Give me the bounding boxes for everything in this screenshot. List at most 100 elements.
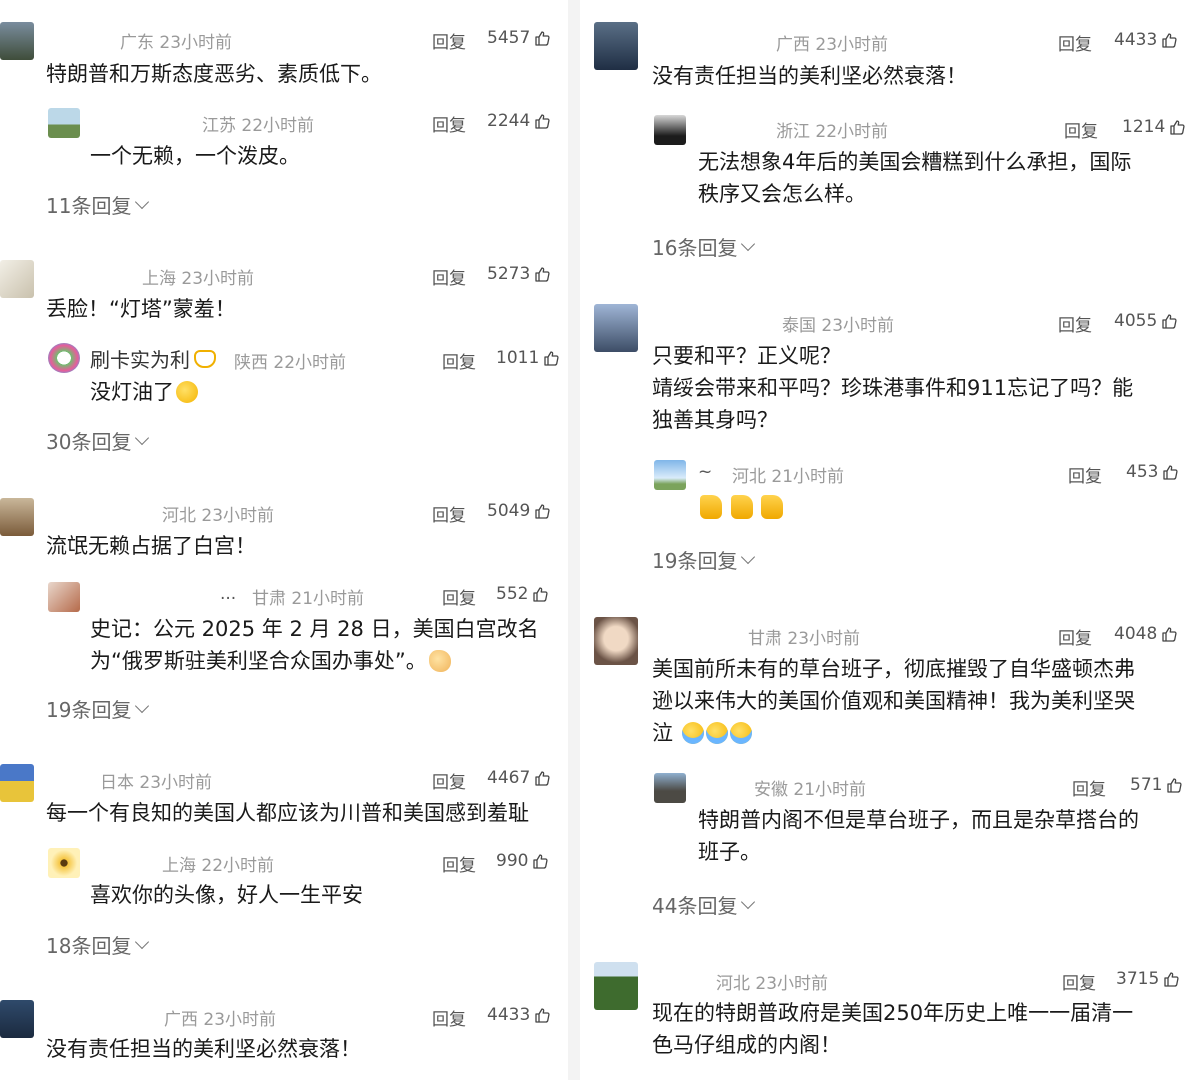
view-replies-link[interactable]: 19条回复 [46, 694, 150, 723]
avatar[interactable] [594, 304, 638, 352]
like-button[interactable]: 4055 [1114, 311, 1177, 331]
reply-text: 没灯油了 [90, 376, 198, 408]
like-count: 4055 [1114, 311, 1158, 331]
reply-text: 一个无赖，一个泼皮。 [90, 144, 300, 168]
like-button[interactable]: 571 [1130, 775, 1182, 795]
avatar[interactable] [594, 962, 638, 1010]
reply-text: 史记：公元 2025 年 2 月 28 日，美国白宫改名 [90, 617, 539, 641]
thumbs-up-emoji-icon [700, 495, 722, 519]
reply-button[interactable]: 回复 [432, 1005, 466, 1030]
avatar[interactable] [654, 773, 686, 803]
avatar[interactable] [0, 1000, 34, 1038]
comment-text: 没有责任担当的美利坚必然衰落！ [652, 64, 967, 88]
like-count: 2244 [487, 111, 531, 131]
reply-button[interactable]: 回复 [432, 264, 466, 289]
thumbs-up-icon [534, 503, 550, 519]
view-replies-link[interactable]: 44条回复 [652, 890, 756, 919]
avatar[interactable] [654, 460, 686, 490]
reply-button[interactable]: 回复 [442, 348, 476, 373]
reply-button[interactable]: 回复 [1072, 775, 1106, 800]
like-button[interactable]: 552 [496, 584, 548, 604]
reply-text: 班子。 [698, 840, 761, 864]
like-button[interactable]: 2244 [487, 111, 550, 131]
like-count: 4433 [1114, 30, 1158, 50]
reply-button[interactable]: 回复 [432, 28, 466, 53]
comment-meta: 广东 23小时前 [120, 33, 233, 53]
replies-count: 11条回复 [46, 194, 132, 218]
like-count: 1214 [1122, 117, 1166, 137]
replies-count: 16条回复 [652, 236, 738, 260]
avatar[interactable] [594, 22, 638, 70]
like-button[interactable]: 1011 [496, 348, 559, 368]
like-button[interactable]: 990 [496, 851, 548, 871]
reply-text: 为“俄罗斯驻美利坚合众国办事处”。 [90, 645, 451, 677]
thumbs-up-icon [1169, 119, 1185, 135]
thumbs-up-emoji-icon [730, 495, 753, 519]
thumbs-up-icon [1161, 626, 1177, 642]
like-button[interactable]: 453 [1126, 462, 1178, 482]
reply-emoji-row [698, 492, 784, 524]
avatar[interactable] [654, 115, 686, 145]
comment-text: 只要和平？正义呢？ [652, 344, 841, 368]
reply-nickname: 刷卡实为利 [90, 344, 216, 373]
comment-meta: 上海 23小时前 [142, 269, 255, 289]
reply-button[interactable]: 回复 [1068, 462, 1102, 487]
thumbs-up-icon [534, 266, 550, 282]
like-button[interactable]: 5273 [487, 264, 550, 284]
avatar[interactable] [48, 108, 80, 138]
reply-nickname: ... [220, 584, 237, 604]
chevron-down-icon [135, 430, 150, 445]
avatar[interactable] [48, 848, 80, 878]
reply-button[interactable]: 回复 [1058, 30, 1092, 55]
avatar[interactable] [0, 498, 34, 536]
like-count: 453 [1126, 462, 1159, 482]
avatar[interactable] [0, 22, 34, 60]
like-button[interactable]: 4433 [487, 1005, 550, 1025]
reply-button[interactable]: 回复 [1058, 311, 1092, 336]
like-button[interactable]: 5457 [487, 28, 550, 48]
thumbs-up-icon [534, 770, 550, 786]
avatar[interactable] [0, 260, 34, 298]
thumbs-up-icon [1161, 32, 1177, 48]
reply-button[interactable]: 回复 [432, 501, 466, 526]
like-button[interactable]: 3715 [1116, 969, 1179, 989]
replies-count: 18条回复 [46, 934, 132, 958]
reply-button[interactable]: 回复 [442, 584, 476, 609]
reply-button[interactable]: 回复 [432, 111, 466, 136]
reply-button[interactable]: 回复 [1064, 117, 1098, 142]
view-replies-link[interactable]: 19条回复 [652, 545, 756, 574]
comment-text: 特朗普和万斯态度恶劣、素质低下。 [46, 62, 382, 86]
thumbs-up-emoji-icon [761, 495, 784, 519]
avatar[interactable] [48, 343, 80, 373]
reply-nickname: ~ [698, 462, 713, 482]
reply-button[interactable]: 回复 [442, 851, 476, 876]
avatar[interactable] [594, 617, 638, 665]
replies-count: 19条回复 [652, 549, 738, 573]
reply-text: 特朗普内阁不但是草台班子，而且是杂草搭台的 [698, 808, 1139, 832]
like-button[interactable]: 5049 [487, 501, 550, 521]
view-replies-link[interactable]: 18条回复 [46, 930, 150, 959]
like-count: 990 [496, 851, 529, 871]
reply-button[interactable]: 回复 [1062, 969, 1096, 994]
reply-meta: 河北 21小时前 [732, 467, 845, 487]
member-badge-icon [194, 350, 216, 368]
comment-text: 靖绥会带来和平吗？珍珠港事件和911忘记了吗？能 [652, 376, 1134, 400]
like-button[interactable]: 1214 [1122, 117, 1185, 137]
like-button[interactable]: 4048 [1114, 624, 1177, 644]
like-button[interactable]: 4433 [1114, 30, 1177, 50]
like-count: 4433 [487, 1005, 531, 1025]
view-replies-link[interactable]: 30条回复 [46, 426, 150, 455]
reply-meta: 甘肃 21小时前 [252, 589, 365, 609]
avatar[interactable] [0, 764, 34, 802]
thumbs-up-icon [1166, 777, 1182, 793]
reply-button[interactable]: 回复 [432, 768, 466, 793]
like-button[interactable]: 4467 [487, 768, 550, 788]
like-count: 4048 [1114, 624, 1158, 644]
view-replies-link[interactable]: 16条回复 [652, 232, 756, 261]
view-replies-link[interactable]: 11条回复 [46, 190, 150, 219]
ok-hand-emoji-icon [428, 650, 451, 672]
comment-text: 色马仔组成的内阁！ [652, 1033, 841, 1057]
avatar[interactable] [48, 582, 80, 612]
reply-button[interactable]: 回复 [1058, 624, 1092, 649]
thumbs-up-icon [534, 1007, 550, 1023]
